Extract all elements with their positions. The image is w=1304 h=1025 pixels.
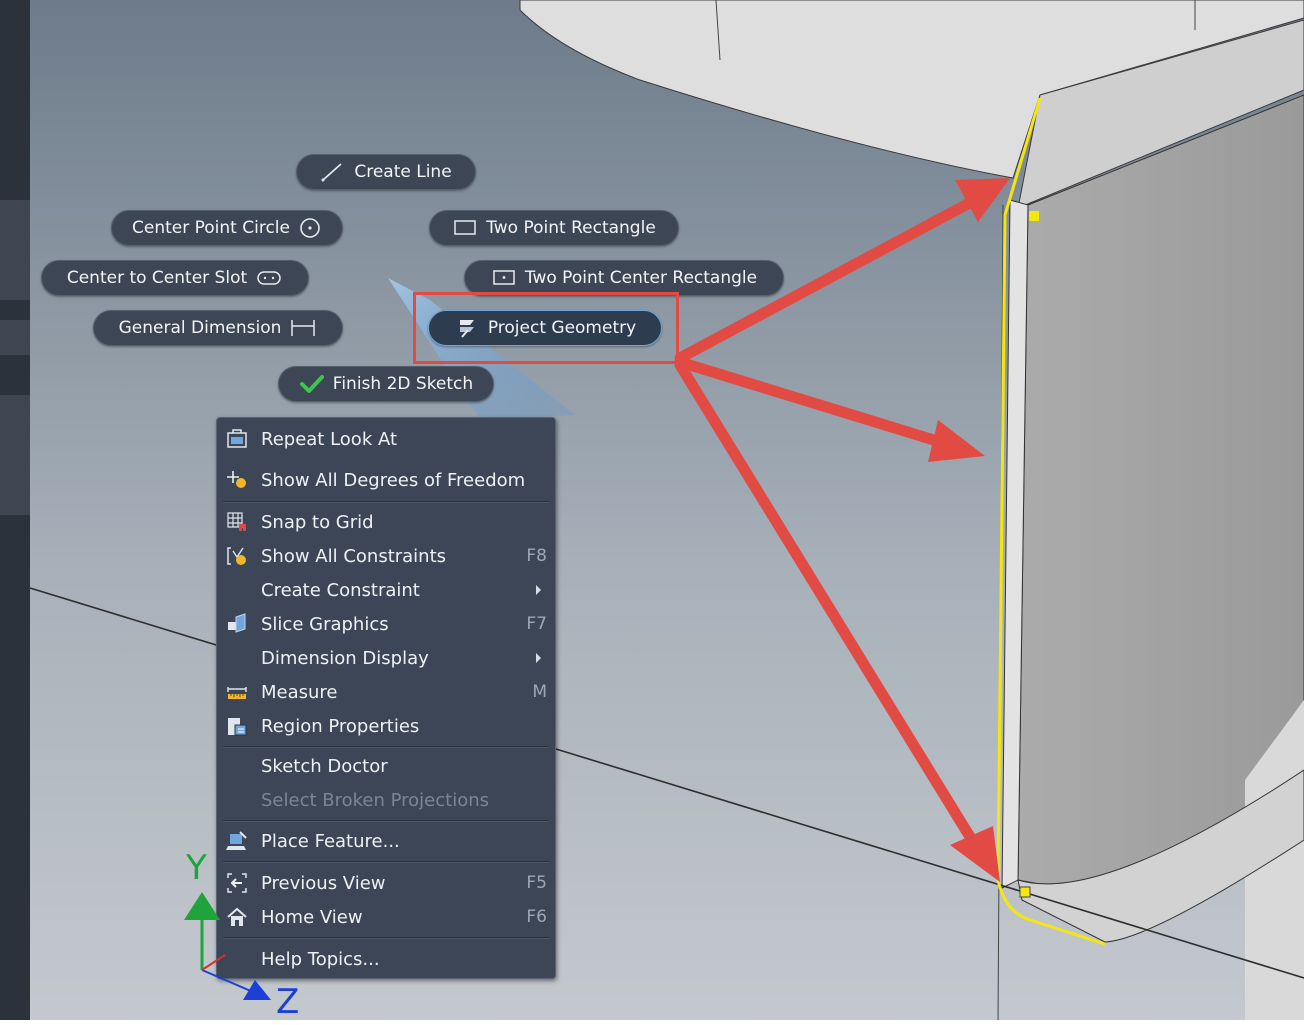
- center-to-center-slot-label: Center to Center Slot: [66, 268, 248, 288]
- menu-label: Snap to Grid: [261, 511, 374, 533]
- y-axis-label: Y: [186, 848, 207, 888]
- center-rectangle-icon: [493, 270, 515, 285]
- general-dimension-button[interactable]: General Dimension: [93, 310, 343, 346]
- dimension-icon: [291, 320, 316, 336]
- menu-label: Show All Constraints: [261, 545, 447, 567]
- two-point-center-rectangle-label: Two Point Center Rectangle: [524, 268, 758, 288]
- two-point-rectangle-button[interactable]: Two Point Rectangle: [429, 210, 679, 246]
- degrees-of-freedom-icon: [225, 468, 249, 492]
- center-to-center-slot-button[interactable]: Center to Center Slot: [41, 260, 309, 296]
- menu-label: Select Broken Projections: [261, 789, 489, 811]
- menu-label: Sketch Doctor: [261, 755, 388, 777]
- menu-shortcut: F5: [526, 873, 547, 893]
- slot-icon: [257, 271, 281, 285]
- menu-shortcut: F8: [526, 546, 547, 566]
- menu-item-show-all-constraints[interactable]: Show All Constraints F8: [217, 539, 555, 573]
- slice-graphics-icon: [225, 612, 249, 636]
- circle-icon: [300, 218, 320, 238]
- menu-item-snap-to-grid[interactable]: Snap to Grid: [217, 505, 555, 539]
- create-line-label: Create Line: [354, 162, 452, 182]
- general-dimension-label: General Dimension: [118, 318, 282, 338]
- menu-label: Dimension Display: [261, 647, 429, 669]
- menu-label: Repeat Look At: [261, 428, 398, 450]
- snap-grid-icon: [225, 510, 249, 534]
- two-point-center-rectangle-button[interactable]: Two Point Center Rectangle: [464, 260, 784, 296]
- create-line-button[interactable]: Create Line: [296, 154, 476, 190]
- menu-item-sketch-doctor[interactable]: Sketch Doctor: [217, 749, 555, 783]
- rectangle-icon: [454, 220, 476, 235]
- menu-shortcut: F7: [526, 614, 547, 634]
- menu-item-show-all-degrees-of-freedom[interactable]: Show All Degrees of Freedom: [217, 463, 555, 497]
- menu-item-measure[interactable]: Measure M: [217, 675, 555, 709]
- annotation-highlight-box: [413, 292, 679, 364]
- checkmark-icon: [299, 375, 324, 393]
- finish-2d-sketch-button[interactable]: Finish 2D Sketch: [278, 366, 494, 402]
- y-axis-arrow-icon: [184, 892, 220, 920]
- menu-label: Slice Graphics: [261, 613, 389, 635]
- menu-item-repeat-look-at[interactable]: Repeat Look At: [217, 422, 555, 456]
- measure-icon: [225, 680, 249, 704]
- constraints-icon: [225, 544, 249, 568]
- center-point-circle-label: Center Point Circle: [132, 218, 290, 238]
- menu-label: Place Feature...: [261, 830, 400, 852]
- menu-item-region-properties[interactable]: Region Properties: [217, 709, 555, 743]
- finish-2d-sketch-label: Finish 2D Sketch: [332, 374, 474, 394]
- two-point-rectangle-label: Two Point Rectangle: [486, 218, 656, 238]
- submenu-arrow-icon: [536, 653, 541, 663]
- line-icon: [321, 163, 342, 182]
- menu-label: Measure: [261, 681, 338, 703]
- menu-label: Region Properties: [261, 715, 420, 737]
- menu-label: Show All Degrees of Freedom: [261, 469, 526, 491]
- menu-item-slice-graphics[interactable]: Slice Graphics F7: [217, 607, 555, 641]
- submenu-arrow-icon: [536, 585, 541, 595]
- graphics-viewport[interactable]: Create Line Center Point Circle Two Poin…: [0, 0, 1304, 1025]
- menu-item-create-constraint[interactable]: Create Constraint: [217, 573, 555, 607]
- z-axis-label: Z: [276, 982, 300, 1022]
- menu-item-dimension-display[interactable]: Dimension Display: [217, 641, 555, 675]
- look-at-icon: [225, 427, 249, 451]
- menu-item-select-broken-projections: Select Broken Projections: [217, 783, 555, 817]
- left-panel-edge: [0, 0, 30, 1025]
- menu-shortcut: M: [532, 682, 547, 702]
- menu-shortcut: F6: [526, 907, 547, 927]
- menu-label: Create Constraint: [261, 579, 420, 601]
- center-point-circle-button[interactable]: Center Point Circle: [111, 210, 343, 246]
- region-properties-icon: [225, 714, 249, 738]
